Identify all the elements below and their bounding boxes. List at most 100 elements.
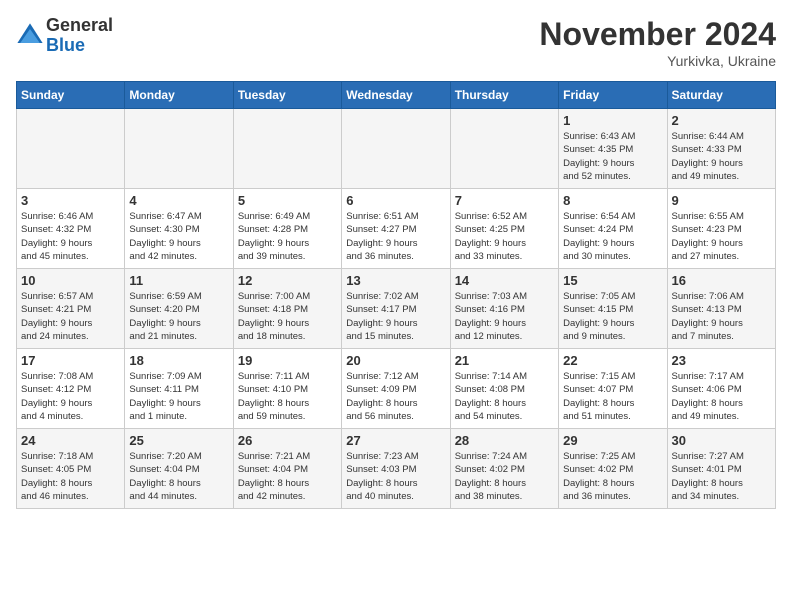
day-info: Sunrise: 7:08 AM Sunset: 4:12 PM Dayligh…	[21, 370, 120, 423]
day-info: Sunrise: 7:25 AM Sunset: 4:02 PM Dayligh…	[563, 450, 662, 503]
calendar-cell: 1Sunrise: 6:43 AM Sunset: 4:35 PM Daylig…	[559, 109, 667, 189]
calendar-cell: 8 Sunrise: 6:54 AM Sunset: 4:24 PM Daylig…	[559, 189, 667, 269]
logo-icon	[16, 22, 44, 50]
calendar-cell: 5 Sunrise: 6:49 AM Sunset: 4:28 PM Daylig…	[233, 189, 341, 269]
header-monday: Monday	[125, 82, 233, 109]
day-info: Sunrise: 7:27 AM Sunset: 4:01 PM Dayligh…	[672, 450, 771, 503]
day-info: Sunrise: 7:00 AM Sunset: 4:18 PM Dayligh…	[238, 290, 337, 343]
day-number: 2	[672, 113, 771, 128]
calendar-cell	[17, 109, 125, 189]
day-number: 19	[238, 353, 337, 368]
day-info: Sunrise: 6:43 AM Sunset: 4:35 PM Dayligh…	[563, 130, 662, 183]
day-number: 9	[672, 193, 771, 208]
month-title: November 2024	[539, 16, 776, 53]
day-number: 22	[563, 353, 662, 368]
header-saturday: Saturday	[667, 82, 775, 109]
day-number: 6	[346, 193, 445, 208]
calendar-cell: 19 Sunrise: 7:11 AM Sunset: 4:10 PM Dayli…	[233, 349, 341, 429]
calendar-cell: 12 Sunrise: 7:00 AM Sunset: 4:18 PM Dayli…	[233, 269, 341, 349]
header-thursday: Thursday	[450, 82, 558, 109]
day-number: 29	[563, 433, 662, 448]
calendar-cell: 16Sunrise: 7:06 AM Sunset: 4:13 PM Dayli…	[667, 269, 775, 349]
day-number: 20	[346, 353, 445, 368]
calendar-week-row: 24 Sunrise: 7:18 AM Sunset: 4:05 PM Dayli…	[17, 429, 776, 509]
calendar-table: SundayMondayTuesdayWednesdayThursdayFrid…	[16, 81, 776, 509]
calendar-cell	[233, 109, 341, 189]
day-info: Sunrise: 6:44 AM Sunset: 4:33 PM Dayligh…	[672, 130, 771, 183]
calendar-week-row: 3 Sunrise: 6:46 AM Sunset: 4:32 PM Daylig…	[17, 189, 776, 269]
calendar-cell: 7 Sunrise: 6:52 AM Sunset: 4:25 PM Daylig…	[450, 189, 558, 269]
day-info: Sunrise: 7:23 AM Sunset: 4:03 PM Dayligh…	[346, 450, 445, 503]
calendar-cell: 14Sunrise: 7:03 AM Sunset: 4:16 PM Dayli…	[450, 269, 558, 349]
day-info: Sunrise: 7:18 AM Sunset: 4:05 PM Dayligh…	[21, 450, 120, 503]
day-number: 28	[455, 433, 554, 448]
day-number: 30	[672, 433, 771, 448]
day-number: 3	[21, 193, 120, 208]
calendar-cell: 15 Sunrise: 7:05 AM Sunset: 4:15 PM Dayli…	[559, 269, 667, 349]
day-info: Sunrise: 6:51 AM Sunset: 4:27 PM Dayligh…	[346, 210, 445, 263]
header-tuesday: Tuesday	[233, 82, 341, 109]
calendar-cell	[450, 109, 558, 189]
day-info: Sunrise: 7:12 AM Sunset: 4:09 PM Dayligh…	[346, 370, 445, 423]
calendar-cell: 24 Sunrise: 7:18 AM Sunset: 4:05 PM Dayli…	[17, 429, 125, 509]
day-number: 24	[21, 433, 120, 448]
day-info: Sunrise: 7:05 AM Sunset: 4:15 PM Dayligh…	[563, 290, 662, 343]
day-number: 25	[129, 433, 228, 448]
day-number: 26	[238, 433, 337, 448]
header-sunday: Sunday	[17, 82, 125, 109]
day-info: Sunrise: 6:55 AM Sunset: 4:23 PM Dayligh…	[672, 210, 771, 263]
day-info: Sunrise: 7:14 AM Sunset: 4:08 PM Dayligh…	[455, 370, 554, 423]
day-info: Sunrise: 7:02 AM Sunset: 4:17 PM Dayligh…	[346, 290, 445, 343]
day-number: 4	[129, 193, 228, 208]
calendar-cell: 4Sunrise: 6:47 AM Sunset: 4:30 PM Daylig…	[125, 189, 233, 269]
day-info: Sunrise: 6:59 AM Sunset: 4:20 PM Dayligh…	[129, 290, 228, 343]
calendar-cell: 11Sunrise: 6:59 AM Sunset: 4:20 PM Dayli…	[125, 269, 233, 349]
logo-blue: Blue	[46, 36, 113, 56]
calendar-cell: 28 Sunrise: 7:24 AM Sunset: 4:02 PM Dayli…	[450, 429, 558, 509]
calendar-cell: 27Sunrise: 7:23 AM Sunset: 4:03 PM Dayli…	[342, 429, 450, 509]
location: Yurkivka, Ukraine	[539, 53, 776, 69]
calendar-cell: 3 Sunrise: 6:46 AM Sunset: 4:32 PM Daylig…	[17, 189, 125, 269]
calendar-cell: 26 Sunrise: 7:21 AM Sunset: 4:04 PM Dayli…	[233, 429, 341, 509]
day-number: 8	[563, 193, 662, 208]
calendar-cell: 13 Sunrise: 7:02 AM Sunset: 4:17 PM Dayli…	[342, 269, 450, 349]
logo: General Blue	[16, 16, 113, 56]
day-number: 12	[238, 273, 337, 288]
calendar-cell	[342, 109, 450, 189]
day-info: Sunrise: 6:57 AM Sunset: 4:21 PM Dayligh…	[21, 290, 120, 343]
day-info: Sunrise: 6:52 AM Sunset: 4:25 PM Dayligh…	[455, 210, 554, 263]
day-info: Sunrise: 7:15 AM Sunset: 4:07 PM Dayligh…	[563, 370, 662, 423]
calendar-cell: 23Sunrise: 7:17 AM Sunset: 4:06 PM Dayli…	[667, 349, 775, 429]
calendar-cell: 30 Sunrise: 7:27 AM Sunset: 4:01 PM Dayli…	[667, 429, 775, 509]
day-info: Sunrise: 7:24 AM Sunset: 4:02 PM Dayligh…	[455, 450, 554, 503]
day-number: 13	[346, 273, 445, 288]
calendar-cell	[125, 109, 233, 189]
day-number: 23	[672, 353, 771, 368]
page-header: General Blue November 2024 Yurkivka, Ukr…	[16, 16, 776, 69]
day-info: Sunrise: 6:54 AM Sunset: 4:24 PM Dayligh…	[563, 210, 662, 263]
day-info: Sunrise: 7:21 AM Sunset: 4:04 PM Dayligh…	[238, 450, 337, 503]
logo-general: General	[46, 16, 113, 36]
day-info: Sunrise: 6:49 AM Sunset: 4:28 PM Dayligh…	[238, 210, 337, 263]
header-friday: Friday	[559, 82, 667, 109]
day-number: 15	[563, 273, 662, 288]
calendar-cell: 20 Sunrise: 7:12 AM Sunset: 4:09 PM Dayli…	[342, 349, 450, 429]
day-info: Sunrise: 6:46 AM Sunset: 4:32 PM Dayligh…	[21, 210, 120, 263]
header-wednesday: Wednesday	[342, 82, 450, 109]
calendar-cell: 29 Sunrise: 7:25 AM Sunset: 4:02 PM Dayli…	[559, 429, 667, 509]
day-number: 14	[455, 273, 554, 288]
day-number: 10	[21, 273, 120, 288]
day-number: 21	[455, 353, 554, 368]
day-number: 18	[129, 353, 228, 368]
day-number: 7	[455, 193, 554, 208]
day-info: Sunrise: 7:06 AM Sunset: 4:13 PM Dayligh…	[672, 290, 771, 343]
logo-text: General Blue	[46, 16, 113, 56]
day-info: Sunrise: 7:09 AM Sunset: 4:11 PM Dayligh…	[129, 370, 228, 423]
title-block: November 2024 Yurkivka, Ukraine	[539, 16, 776, 69]
calendar-cell: 9 Sunrise: 6:55 AM Sunset: 4:23 PM Daylig…	[667, 189, 775, 269]
calendar-cell: 25Sunrise: 7:20 AM Sunset: 4:04 PM Dayli…	[125, 429, 233, 509]
day-info: Sunrise: 7:11 AM Sunset: 4:10 PM Dayligh…	[238, 370, 337, 423]
calendar-cell: 2 Sunrise: 6:44 AM Sunset: 4:33 PM Daylig…	[667, 109, 775, 189]
calendar-week-row: 1Sunrise: 6:43 AM Sunset: 4:35 PM Daylig…	[17, 109, 776, 189]
day-number: 5	[238, 193, 337, 208]
